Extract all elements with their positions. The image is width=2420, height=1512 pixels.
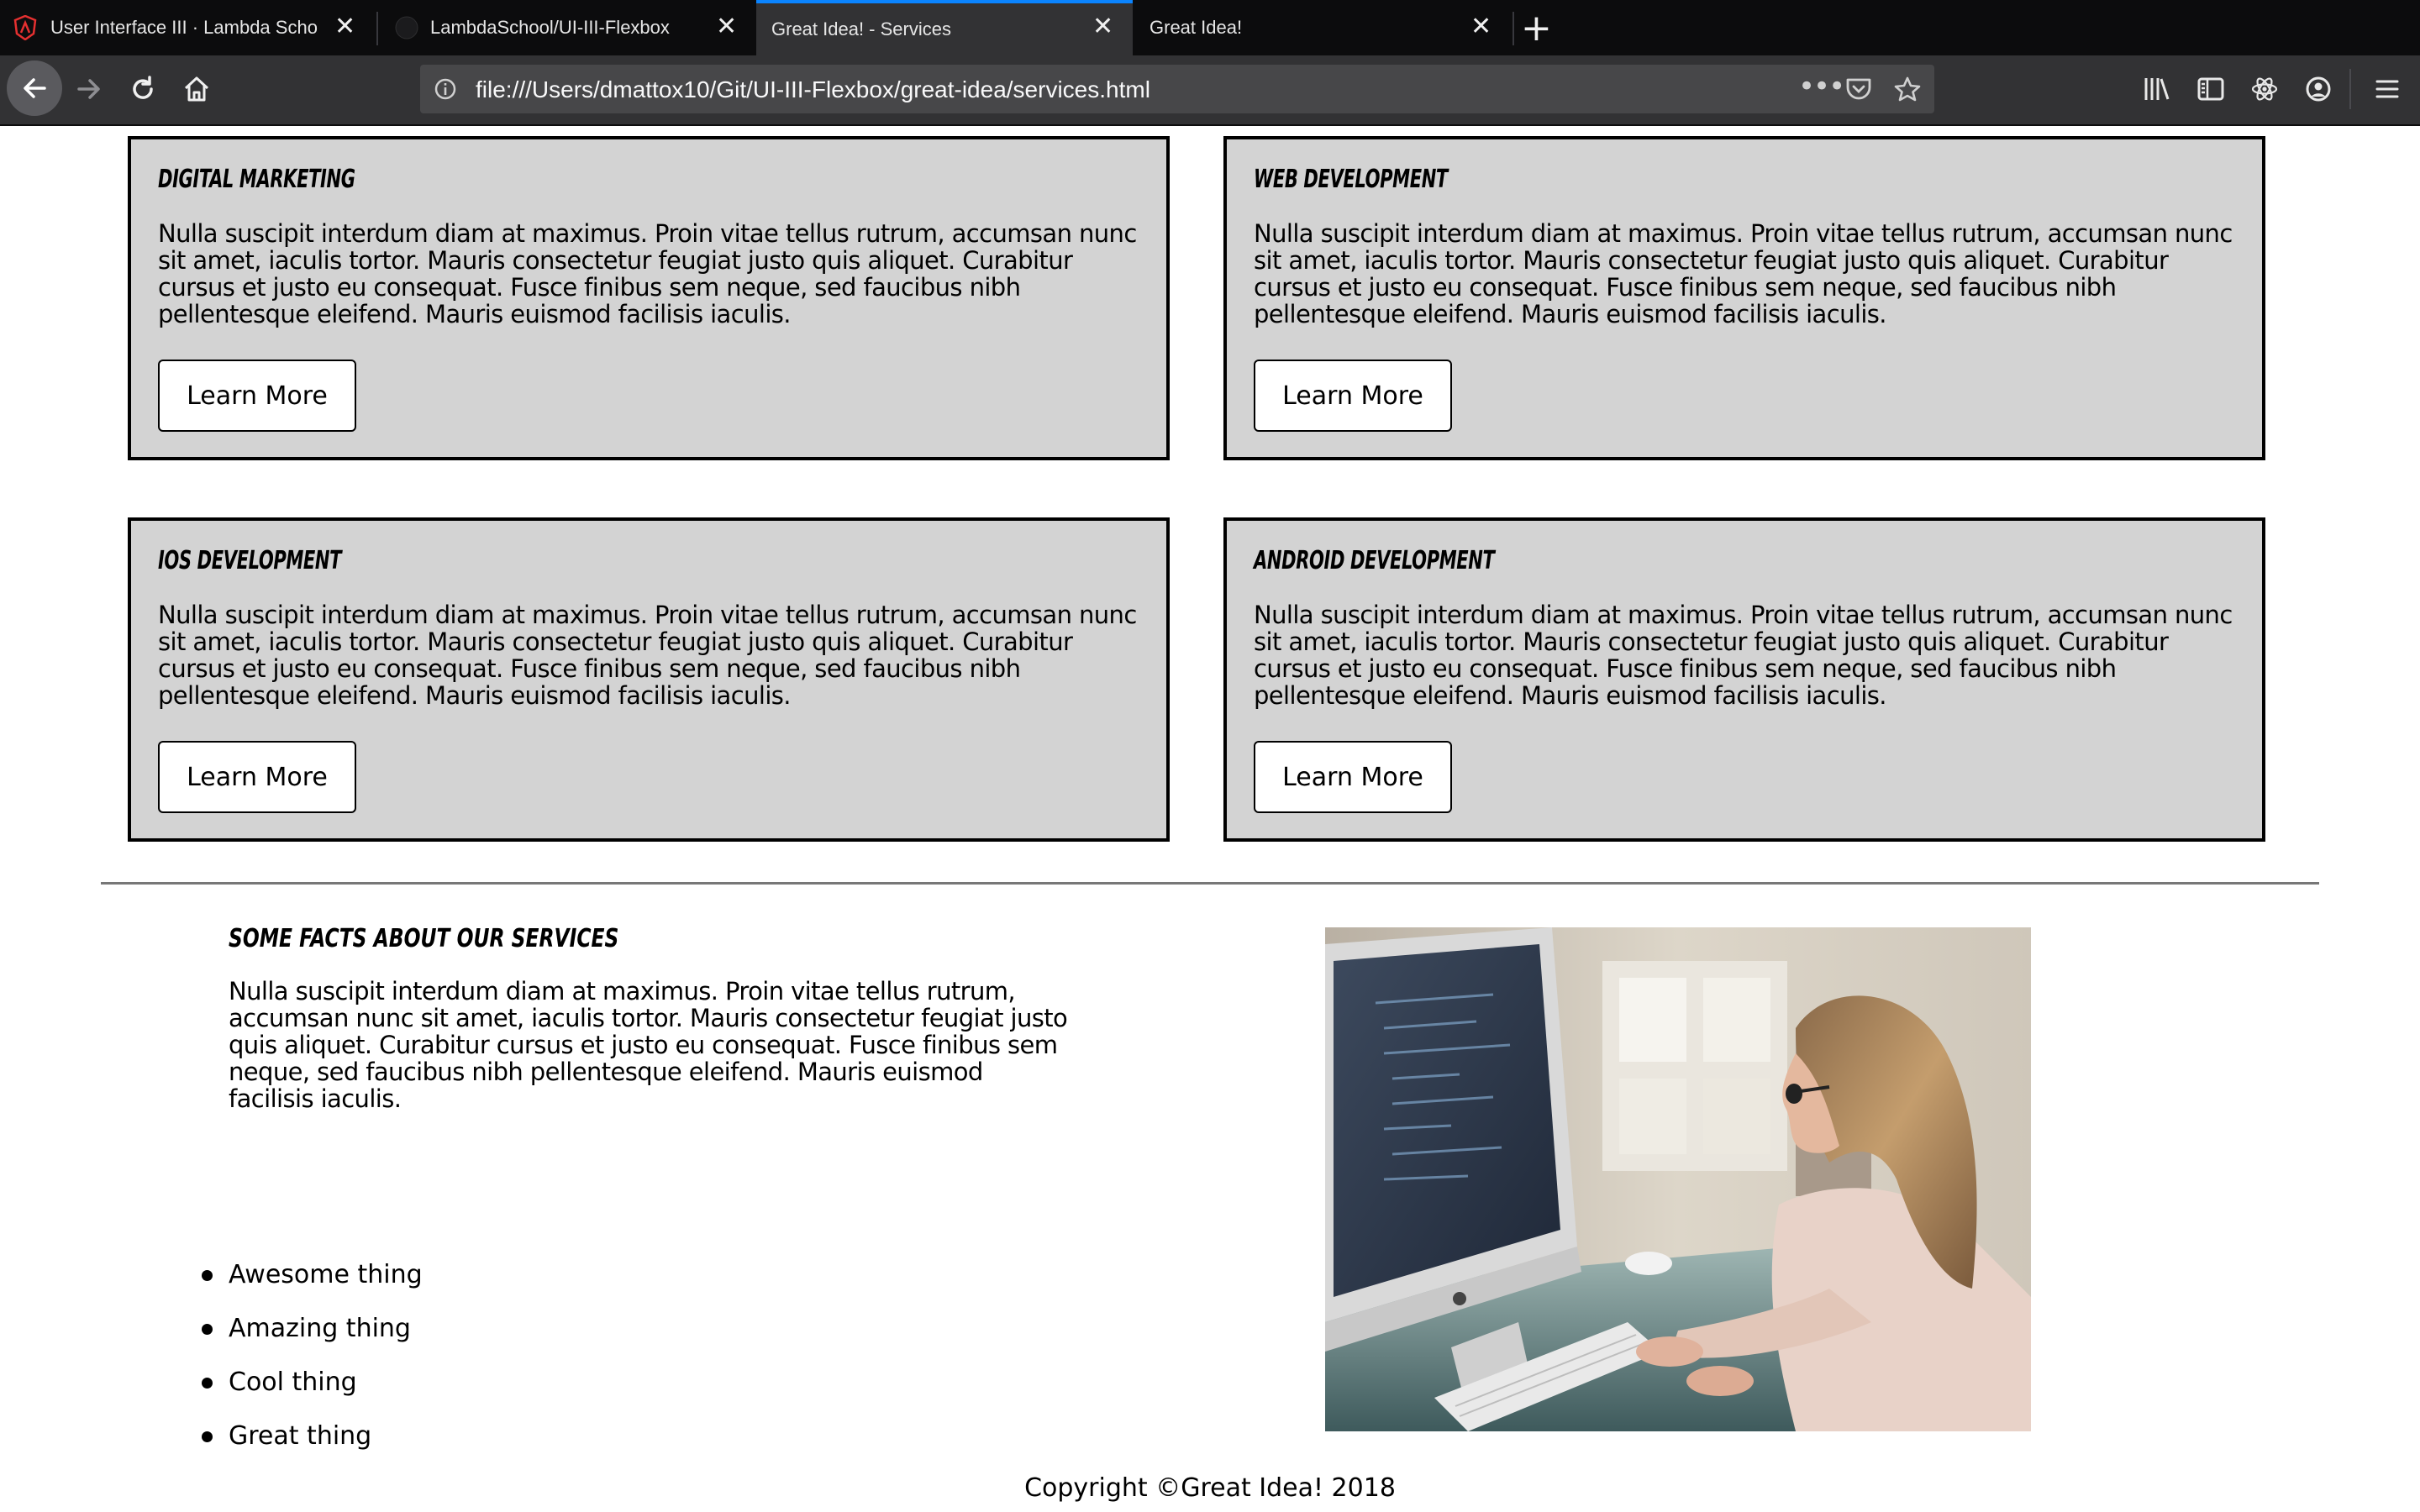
- service-card-web-development: WEB DEVELOPMENT Nulla suscipit interdum …: [1223, 136, 2265, 460]
- list-item-label: Great thing: [229, 1421, 372, 1451]
- learn-more-button[interactable]: Learn More: [158, 360, 356, 432]
- service-title: IOS DEVELOPMENT: [158, 546, 342, 575]
- info-icon[interactable]: [434, 77, 457, 101]
- service-description: Nulla suscipit interdum diam at maximus.…: [1254, 219, 2233, 328]
- tab-separator: [1512, 12, 1514, 45]
- facts-list: Awesome thing Amazing thing Cool thing G…: [202, 1260, 423, 1475]
- lambda-shield-icon: [13, 15, 37, 40]
- github-icon: [395, 16, 418, 39]
- navigation-toolbar: file:///Users/dmattox10/Git/UI-III-Flexb…: [0, 55, 2420, 126]
- back-arrow-icon: [24, 78, 46, 98]
- account-icon[interactable]: [2304, 76, 2333, 102]
- learn-more-button[interactable]: Learn More: [1254, 360, 1452, 432]
- list-item-label: Awesome thing: [229, 1260, 423, 1289]
- service-card-digital-marketing: DIGITAL MARKETING Nulla suscipit interdu…: [128, 136, 1170, 460]
- learn-more-button[interactable]: Learn More: [1254, 741, 1452, 813]
- back-button[interactable]: [7, 60, 62, 116]
- service-title: ANDROID DEVELOPMENT: [1254, 546, 1495, 575]
- list-item: Amazing thing: [202, 1314, 423, 1368]
- bullet-icon: [202, 1270, 213, 1281]
- hamburger-menu-icon[interactable]: [2373, 76, 2402, 102]
- tab-bar: User Interface III · Lambda Scho ✕ Lambd…: [0, 0, 2420, 55]
- service-title: DIGITAL MARKETING: [158, 165, 355, 194]
- close-tab-icon[interactable]: ✕: [334, 12, 355, 41]
- toolbar-separator: [2349, 69, 2351, 109]
- service-card-android-development: ANDROID DEVELOPMENT Nulla suscipit inter…: [1223, 517, 2265, 842]
- service-card-ios-development: IOS DEVELOPMENT Nulla suscipit interdum …: [128, 517, 1170, 842]
- woman-at-computer-illustration: [1325, 927, 2031, 1431]
- tab-great-idea[interactable]: Great Idea! ✕: [1133, 0, 1511, 55]
- list-item: Great thing: [202, 1421, 423, 1475]
- close-tab-icon[interactable]: ✕: [716, 12, 737, 41]
- tab-title: Great Idea! - Services: [771, 18, 951, 39]
- tab-github[interactable]: LambdaSchool/UI-III-Flexbox ✕: [378, 0, 756, 55]
- service-description: Nulla suscipit interdum diam at maximus.…: [158, 219, 1137, 328]
- tab-title: Great Idea!: [1150, 17, 1243, 38]
- tab-title: LambdaSchool/UI-III-Flexbox: [430, 17, 670, 38]
- react-devtools-icon[interactable]: [2250, 76, 2279, 102]
- bullet-icon: [202, 1378, 213, 1389]
- footer-copyright: Copyright ©Great Idea! 2018: [1024, 1473, 1396, 1503]
- list-item: Awesome thing: [202, 1260, 423, 1314]
- home-icon[interactable]: [182, 74, 212, 104]
- new-tab-plus-icon[interactable]: +: [1521, 7, 1552, 50]
- bullet-icon: [202, 1324, 213, 1335]
- close-tab-icon[interactable]: ✕: [1470, 12, 1491, 41]
- tab-lambda-school[interactable]: User Interface III · Lambda Scho ✕: [0, 0, 376, 55]
- service-description: Nulla suscipit interdum diam at maximus.…: [1254, 601, 2233, 710]
- list-item: Cool thing: [202, 1368, 423, 1421]
- url-bar[interactable]: file:///Users/dmattox10/Git/UI-III-Flexb…: [420, 65, 1934, 113]
- forward-arrow-icon[interactable]: [74, 74, 104, 104]
- service-description: Nulla suscipit interdum diam at maximus.…: [158, 601, 1137, 710]
- page-actions-ellipsis-icon[interactable]: •••: [1798, 70, 1845, 103]
- list-item-label: Amazing thing: [229, 1314, 411, 1343]
- section-divider: [101, 882, 2319, 885]
- bullet-icon: [202, 1431, 213, 1442]
- library-icon[interactable]: [2143, 76, 2171, 102]
- reload-icon[interactable]: [128, 74, 158, 104]
- close-tab-icon[interactable]: ✕: [1092, 12, 1113, 41]
- office-photo: [1325, 927, 2031, 1431]
- tab-title: User Interface III · Lambda Scho: [50, 17, 318, 38]
- sidebar-icon[interactable]: [2196, 76, 2225, 102]
- pocket-icon[interactable]: [1845, 76, 1872, 102]
- facts-description: Nulla suscipit interdum diam at maximus.…: [229, 977, 1068, 1113]
- service-title: WEB DEVELOPMENT: [1254, 165, 1448, 194]
- facts-heading: SOME FACTS ABOUT OUR SERVICES: [229, 924, 619, 953]
- learn-more-button[interactable]: Learn More: [158, 741, 356, 813]
- url-text[interactable]: file:///Users/dmattox10/Git/UI-III-Flexb…: [476, 76, 1150, 103]
- page-content: DIGITAL MARKETING Nulla suscipit interdu…: [0, 126, 2420, 1512]
- bookmark-star-icon[interactable]: [1894, 76, 1921, 102]
- list-item-label: Cool thing: [229, 1368, 357, 1397]
- tab-services[interactable]: Great Idea! - Services ✕: [756, 0, 1133, 55]
